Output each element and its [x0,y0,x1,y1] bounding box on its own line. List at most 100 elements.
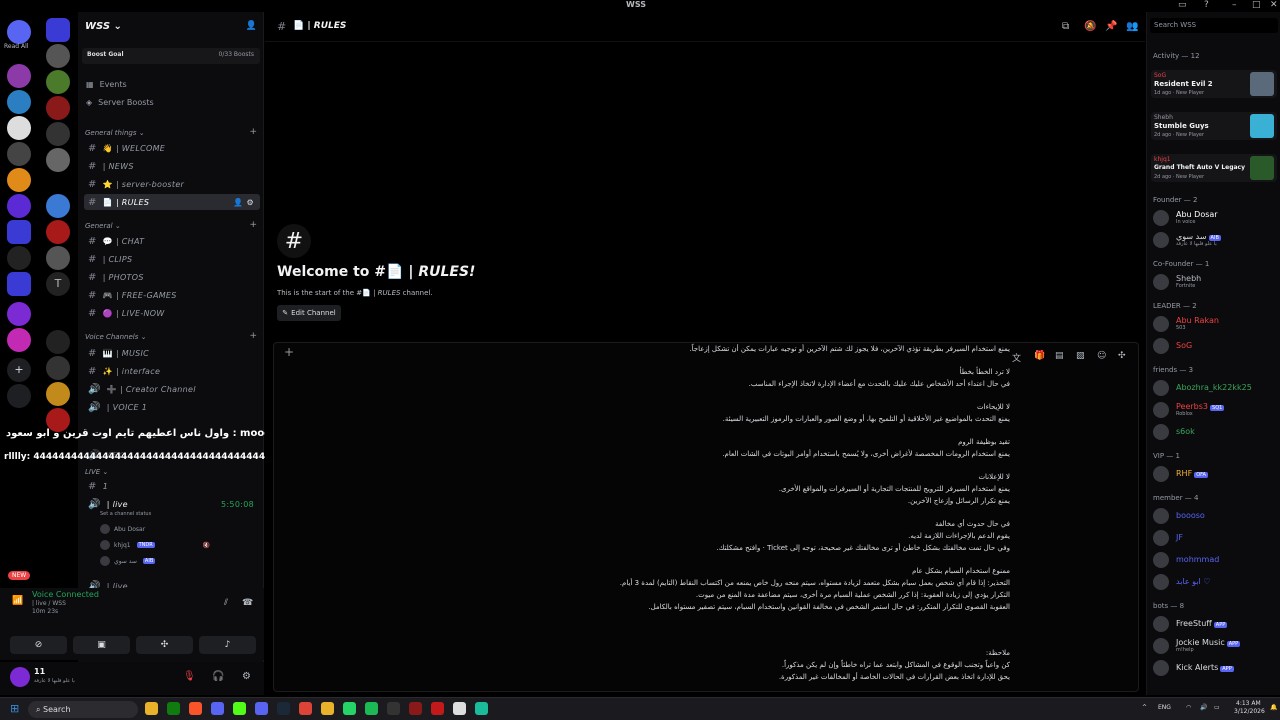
member-row[interactable]: Abu Rakan 503 [1151,314,1277,334]
member-row[interactable]: Jockie Music APP m!help [1151,636,1277,656]
server-icon[interactable] [7,302,31,326]
threads-icon[interactable]: ⧉ [1062,21,1069,32]
read-all-label[interactable]: Read All [4,43,28,50]
add-channel-icon[interactable]: + [249,127,257,137]
emoji-icon[interactable]: ☺ [1097,351,1106,361]
channel-free-games[interactable]: # 🎮 | FREE-GAMES [84,287,260,303]
server-icon[interactable] [46,148,70,172]
server-icon[interactable] [46,330,70,354]
member-row[interactable]: ابو عابد ♡ [1151,572,1277,592]
add-channel-icon[interactable]: + [249,220,257,230]
capcut-icon[interactable] [431,702,444,715]
activities-button[interactable]: ✣ [136,636,193,654]
server-icon[interactable] [7,116,31,140]
steam-icon[interactable] [277,702,290,715]
server-icon[interactable] [7,328,31,352]
nav-server-boosts[interactable]: ◈ Server Boosts [86,98,154,107]
nav-events[interactable]: ▦ Events [86,80,127,89]
member-row[interactable]: Peerbs3 SQ1 Roblox [1151,400,1277,420]
mic-muted-icon[interactable]: 🎙 [183,671,196,682]
voice-channel-name[interactable]: | live / WSS [32,600,66,607]
server-icon[interactable] [7,142,31,166]
channel-music[interactable]: # 🎹 | MUSIC [84,345,260,361]
voice-channel-live[interactable]: 🔊 | live 5:50:08 [84,496,260,512]
gift-icon[interactable]: 🎁 [1034,351,1045,361]
activity-card[interactable]: Shebh Stumble Guys 2d ago · New Player [1151,112,1277,140]
member-row[interactable]: mohmmad [1151,550,1277,570]
channel-server-booster[interactable]: # ⭐ | server-booster [84,176,260,192]
voice-user[interactable]: khjq1 TNDR 🔇 [100,540,210,550]
channel-news[interactable]: # | NEWS [84,158,260,174]
channel-live-now[interactable]: # 🟣 | LIVE-NOW [84,305,260,321]
translate-icon[interactable]: 文 [1012,351,1021,364]
volume-icon[interactable]: 🔊 [1200,704,1207,711]
minimize-icon[interactable]: – [1232,0,1237,10]
screen-share-button[interactable]: ▣ [73,636,130,654]
wifi-icon[interactable]: ◠ [1186,704,1191,711]
server-icon[interactable] [7,168,31,192]
channel-settings-icon[interactable]: 👤 ⚙ [233,198,254,207]
category-general-things[interactable]: General things ⌄ [85,129,145,137]
file-explorer-icon[interactable] [145,702,158,715]
avatar[interactable] [10,667,30,687]
notepad-icon[interactable] [453,702,466,715]
channel-1[interactable]: #1 [84,478,260,494]
notification-bell-icon[interactable]: 🔕 [1084,21,1096,32]
server-icon[interactable] [46,44,70,68]
xbox-icon[interactable] [167,702,180,715]
settings-gear-icon[interactable]: ⚙ [242,671,251,682]
close-icon[interactable]: ✕ [1270,0,1278,10]
attach-plus-icon[interactable]: + [284,345,294,359]
member-row[interactable]: Kick Alerts APP [1151,658,1277,678]
maximize-icon[interactable]: □ [1252,0,1261,10]
disconnect-icon[interactable]: ☎ [242,598,253,608]
battery-icon[interactable]: ▭ [1214,704,1220,711]
invite-icon[interactable]: 👤 [246,21,257,31]
folder-icon[interactable] [7,220,31,244]
server-icon[interactable] [46,70,70,94]
app-icon[interactable] [321,702,334,715]
member-row[interactable]: Shebh Fortnite [1151,272,1277,292]
server-icon[interactable] [7,246,31,270]
add-server-icon[interactable]: + [7,358,31,382]
member-row[interactable]: s6ok [1151,422,1277,442]
channel-interface[interactable]: # ✨ | interface [84,363,260,379]
activity-card[interactable]: khjq1 Grand Theft Auto V Legacy 2d ago ·… [1151,154,1277,182]
spotify-icon[interactable] [365,702,378,715]
server-icon[interactable] [46,220,70,244]
member-list-icon[interactable]: 👥 [1126,21,1138,32]
member-row[interactable]: JF [1151,528,1277,548]
sticker-icon[interactable]: ▧ [1076,351,1085,361]
discord-icon[interactable] [211,702,224,715]
whatsapp-icon[interactable] [343,702,356,715]
category-general[interactable]: General ⌄ [85,222,121,230]
channel-creator[interactable]: 🔊 ➕ | Creator Channel [84,381,260,397]
member-row[interactable]: Abozhra_kk22kk25 [1151,378,1277,398]
server-icon[interactable] [46,246,70,270]
member-row[interactable]: SoG [1151,336,1277,356]
activity-card[interactable]: SoG Resident Evil 2 1d ago · New Player [1151,70,1277,98]
noise-suppression-icon[interactable]: ⫽ [224,598,228,608]
set-channel-status[interactable]: Set a channel status [100,511,151,517]
help-icon[interactable]: ? [1204,0,1209,10]
camera-button[interactable]: ⊘ [10,636,67,654]
add-channel-icon[interactable]: + [249,331,257,341]
server-icon[interactable] [46,194,70,218]
gif-icon[interactable]: ▤ [1055,351,1064,361]
pin-icon[interactable]: 📌 [1105,21,1117,32]
server-name[interactable]: WSS ⌄ [85,21,122,32]
category-voice[interactable]: Voice Channels ⌄ [85,333,146,341]
channel-welcome[interactable]: # 👋 | WELCOME [84,140,260,156]
chrome-icon[interactable] [299,702,312,715]
server-icon[interactable] [46,96,70,120]
edit-channel-button[interactable]: ✎ Edit Channel [277,305,341,321]
server-icon[interactable] [46,122,70,146]
discover-icon[interactable] [7,384,31,408]
kick-icon[interactable] [233,702,246,715]
voice-user[interactable]: سد سوي AIB [100,556,156,566]
language-indicator[interactable]: ENG [1158,704,1171,711]
tray-chevron-icon[interactable]: ^ [1142,704,1147,711]
boost-goal-bar[interactable]: Boost Goal 0/33 Boosts [82,48,260,64]
channel-chat[interactable]: # 💬 | CHAT [84,233,260,249]
clock-date[interactable]: 3/12/2026 [1234,708,1265,715]
